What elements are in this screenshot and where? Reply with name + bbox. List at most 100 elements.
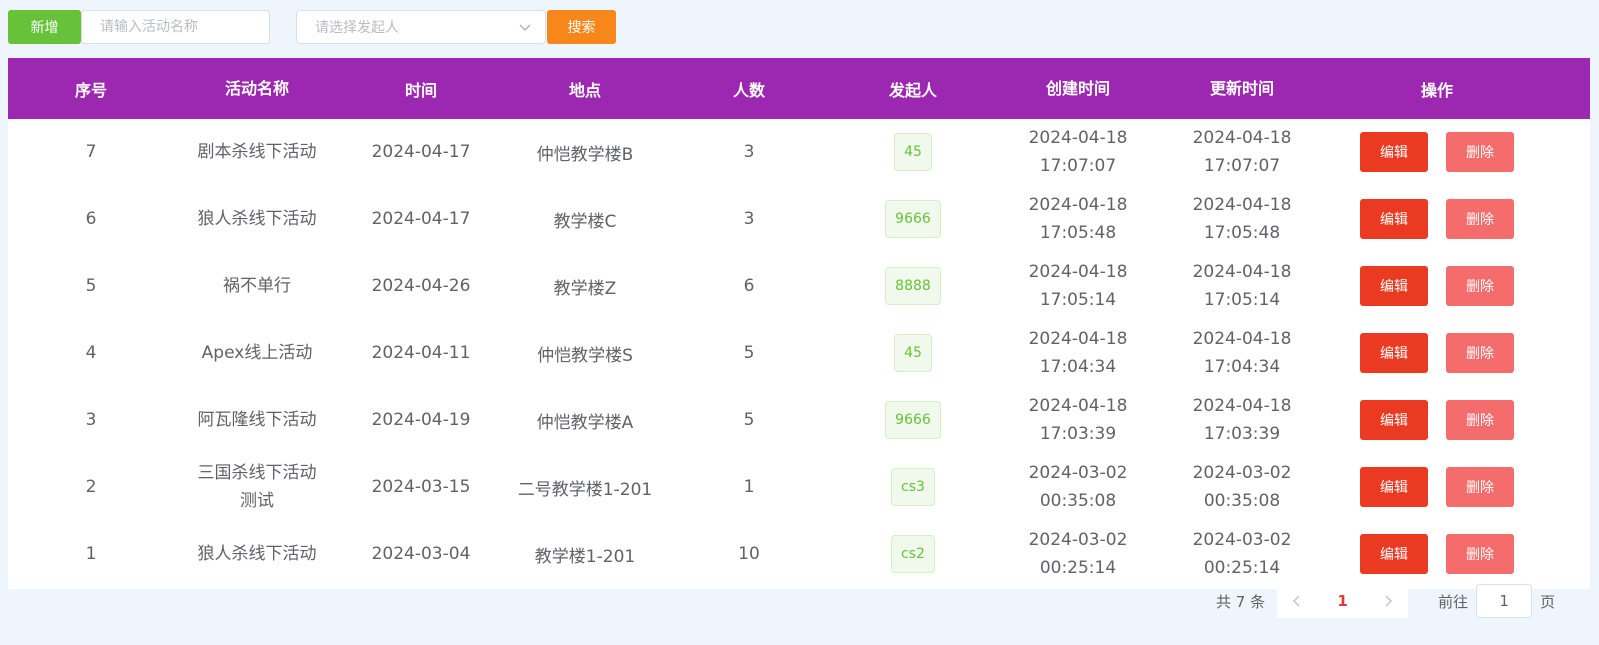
cell-initiator: 9666 bbox=[830, 200, 996, 238]
cell-name: Apex线上活动 bbox=[201, 343, 313, 363]
table-row: 5 祸不单行 2024-04-26 教学楼Z 6 8888 2024-04-18… bbox=[8, 252, 1590, 319]
cell-created: 2024-04-18 17:07:07 bbox=[1028, 128, 1128, 176]
cell-updated: 2024-04-18 17:05:48 bbox=[1192, 195, 1292, 243]
goto-page: 前往 页 bbox=[1438, 584, 1555, 618]
cell-name: 阿瓦隆线下活动 bbox=[197, 410, 317, 430]
cell-updated: 2024-04-18 17:05:14 bbox=[1192, 262, 1292, 310]
cell-updated: 2024-04-18 17:07:07 bbox=[1192, 128, 1292, 176]
cell-count: 6 bbox=[743, 276, 755, 296]
cell-date: 2024-04-19 bbox=[371, 410, 471, 430]
cell-actions: 编辑 删除 bbox=[1324, 266, 1550, 306]
header-created: 创建时间 bbox=[1045, 78, 1110, 98]
cell-date: 2024-04-17 bbox=[371, 142, 471, 162]
table-row: 1 狼人杀线下活动 2024-03-04 教学楼1-201 10 cs2 202… bbox=[8, 520, 1590, 587]
pagination: 共 7 条 1 前往 页 bbox=[1210, 584, 1555, 618]
pagination-total: 共 7 条 bbox=[1216, 592, 1266, 611]
initiator-tag: 8888 bbox=[885, 267, 941, 305]
cell-count: 3 bbox=[743, 209, 755, 229]
cell-actions: 编辑 删除 bbox=[1324, 333, 1550, 373]
delete-button[interactable]: 删除 bbox=[1446, 333, 1514, 373]
cell-count: 10 bbox=[738, 544, 760, 564]
goto-suffix: 页 bbox=[1540, 592, 1556, 611]
cell-initiator: 8888 bbox=[830, 267, 996, 305]
cell-updated: 2024-04-18 17:03:39 bbox=[1192, 396, 1292, 444]
cell-count: 3 bbox=[743, 142, 755, 162]
cell-place: 仲恺教学楼B bbox=[536, 144, 634, 165]
cell-id: 1 bbox=[85, 544, 97, 564]
cell-date: 2024-04-11 bbox=[371, 343, 471, 363]
table-row: 4 Apex线上活动 2024-04-11 仲恺教学楼S 5 45 2024-0… bbox=[8, 319, 1590, 386]
edit-button[interactable]: 编辑 bbox=[1360, 132, 1428, 172]
cell-date: 2024-03-04 bbox=[371, 544, 471, 564]
cell-place: 二号教学楼1-201 bbox=[517, 479, 653, 500]
table-row: 6 狼人杀线下活动 2024-04-17 教学楼C 3 9666 2024-04… bbox=[8, 185, 1590, 252]
table-row: 2 三国杀线下活动测试 2024-03-15 二号教学楼1-201 1 cs3 … bbox=[8, 453, 1590, 520]
chevron-left-icon[interactable] bbox=[1289, 593, 1305, 609]
edit-button[interactable]: 编辑 bbox=[1360, 467, 1428, 507]
cell-actions: 编辑 删除 bbox=[1324, 400, 1550, 440]
delete-button[interactable]: 删除 bbox=[1446, 199, 1514, 239]
cell-name: 狼人杀线下活动 bbox=[197, 209, 317, 229]
header-date: 时间 bbox=[404, 80, 437, 100]
goto-prefix: 前往 bbox=[1438, 592, 1469, 611]
header-place: 地点 bbox=[568, 80, 601, 100]
cell-updated: 2024-04-18 17:04:34 bbox=[1192, 329, 1292, 377]
edit-button[interactable]: 编辑 bbox=[1360, 400, 1428, 440]
cell-initiator: 45 bbox=[830, 334, 996, 372]
cell-count: 5 bbox=[743, 410, 755, 430]
cell-initiator: cs2 bbox=[830, 535, 996, 573]
cell-place: 教学楼1-201 bbox=[534, 546, 636, 567]
delete-button[interactable]: 删除 bbox=[1446, 467, 1514, 507]
delete-button[interactable]: 删除 bbox=[1446, 400, 1514, 440]
table-row: 7 剧本杀线下活动 2024-04-17 仲恺教学楼B 3 45 2024-04… bbox=[8, 119, 1590, 185]
header-actions: 操作 bbox=[1420, 80, 1453, 100]
cell-created: 2024-04-18 17:04:34 bbox=[1028, 329, 1128, 377]
header-name: 活动名称 bbox=[224, 78, 289, 98]
search-button[interactable]: 搜索 bbox=[547, 10, 616, 44]
page-number-current[interactable]: 1 bbox=[1337, 592, 1347, 610]
cell-initiator: 45 bbox=[830, 133, 996, 171]
header-id: 序号 bbox=[74, 80, 107, 100]
chevron-down-icon bbox=[519, 24, 531, 31]
initiator-tag: 45 bbox=[894, 133, 932, 171]
pager-box: 1 bbox=[1277, 584, 1409, 618]
activity-name-input[interactable] bbox=[81, 10, 270, 44]
cell-name: 狼人杀线下活动 bbox=[197, 544, 317, 564]
initiator-tag: 45 bbox=[894, 334, 932, 372]
initiator-tag: 9666 bbox=[885, 200, 941, 238]
cell-place: 仲恺教学楼A bbox=[536, 412, 634, 433]
cell-id: 7 bbox=[85, 142, 97, 162]
cell-created: 2024-04-18 17:03:39 bbox=[1028, 396, 1128, 444]
edit-button[interactable]: 编辑 bbox=[1360, 333, 1428, 373]
initiator-select[interactable]: 请选择发起人 bbox=[296, 10, 546, 44]
cell-count: 1 bbox=[743, 477, 755, 497]
goto-page-input[interactable] bbox=[1476, 584, 1533, 618]
cell-name: 祸不单行 bbox=[223, 276, 291, 296]
cell-created: 2024-04-18 17:05:14 bbox=[1028, 262, 1128, 310]
cell-id: 2 bbox=[85, 477, 97, 497]
cell-actions: 编辑 删除 bbox=[1324, 467, 1550, 507]
delete-button[interactable]: 删除 bbox=[1446, 132, 1514, 172]
delete-button[interactable]: 删除 bbox=[1446, 266, 1514, 306]
cell-name: 三国杀线下活动测试 bbox=[197, 463, 317, 511]
cell-actions: 编辑 删除 bbox=[1324, 534, 1550, 574]
initiator-tag: cs2 bbox=[891, 535, 935, 573]
cell-id: 3 bbox=[85, 410, 97, 430]
edit-button[interactable]: 编辑 bbox=[1360, 266, 1428, 306]
header-initiator: 发起人 bbox=[888, 80, 937, 100]
cell-initiator: cs3 bbox=[830, 468, 996, 506]
chevron-right-icon[interactable] bbox=[1380, 593, 1396, 609]
cell-id: 6 bbox=[85, 209, 97, 229]
cell-count: 5 bbox=[743, 343, 755, 363]
add-button[interactable]: 新增 bbox=[8, 10, 81, 44]
cell-id: 5 bbox=[85, 276, 97, 296]
initiator-tag: 9666 bbox=[885, 401, 941, 439]
cell-created: 2024-03-02 00:35:08 bbox=[1028, 463, 1128, 511]
cell-actions: 编辑 删除 bbox=[1324, 132, 1550, 172]
edit-button[interactable]: 编辑 bbox=[1360, 199, 1428, 239]
cell-date: 2024-04-26 bbox=[371, 276, 471, 296]
cell-updated: 2024-03-02 00:25:14 bbox=[1192, 530, 1292, 578]
delete-button[interactable]: 删除 bbox=[1446, 534, 1514, 574]
header-count: 人数 bbox=[732, 80, 765, 100]
edit-button[interactable]: 编辑 bbox=[1360, 534, 1428, 574]
